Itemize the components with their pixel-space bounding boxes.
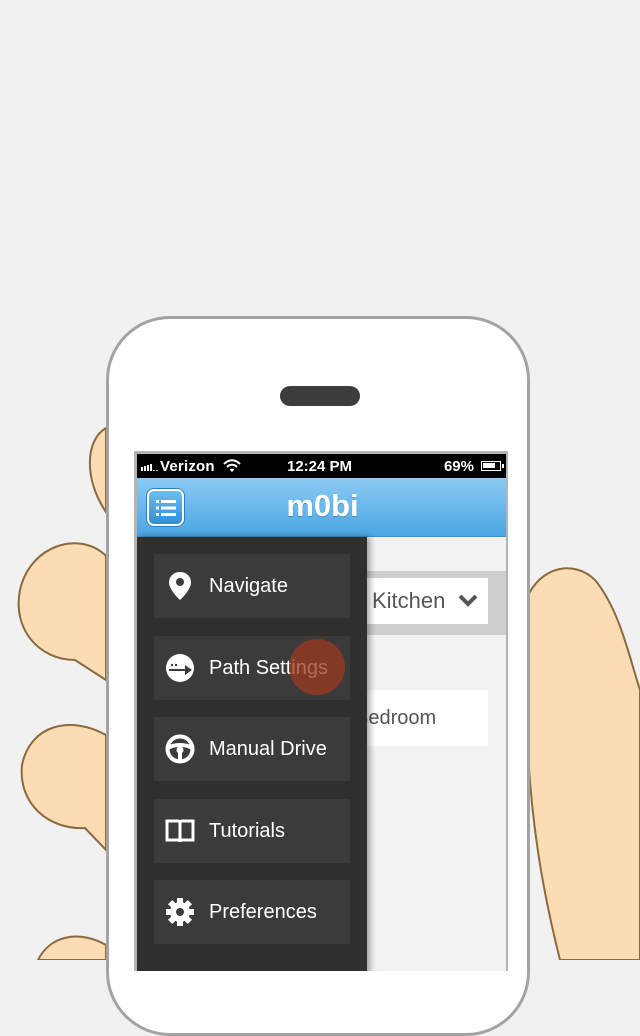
left-finger-3: [36, 935, 107, 960]
location-select-value: Kitchen: [372, 588, 446, 613]
wifi-icon: [223, 459, 241, 472]
path-icon: [165, 653, 195, 683]
signal-icon: [141, 461, 158, 471]
app-screen: Verizon 12:24 PM 69% m0bi Kitchen Bedroo…: [137, 454, 506, 971]
menu-item-label: Preferences: [209, 900, 317, 923]
chevron-down-icon: [458, 594, 478, 607]
location-select[interactable]: Kitchen: [352, 578, 488, 624]
left-finger-2: [20, 724, 107, 853]
map-pin-icon: [165, 571, 195, 601]
left-finger-1: [17, 542, 107, 682]
app-title: m0bi: [286, 488, 359, 523]
menu-item-label: Navigate: [209, 574, 288, 597]
phone-screen: Verizon 12:24 PM 69% m0bi Kitchen Bedroo…: [134, 451, 508, 971]
menu-item-navigate[interactable]: Navigate: [154, 554, 350, 618]
status-bar: Verizon 12:24 PM 69%: [137, 454, 506, 478]
battery-percent: 69%: [443, 458, 474, 475]
menu-item-manual-drive[interactable]: Manual Drive: [154, 717, 350, 781]
left-finger-top: [88, 426, 107, 516]
menu-item-label: Tutorials: [209, 819, 285, 842]
status-time: 12:24 PM: [287, 458, 353, 475]
nav-bar: m0bi: [137, 478, 506, 537]
menu-item-preferences[interactable]: Preferences: [154, 880, 350, 944]
right-hand: [525, 567, 640, 960]
carrier-label: Verizon: [160, 457, 215, 475]
menu-drawer: Navigate Path Settings Manual Drive Tuto…: [137, 537, 367, 971]
menu-item-label: Manual Drive: [209, 737, 327, 760]
gear-icon: [165, 897, 195, 927]
steering-wheel-icon: [165, 734, 195, 764]
phone-speaker: [280, 386, 360, 406]
menu-item-tutorials[interactable]: Tutorials: [154, 799, 350, 863]
tap-indicator: [289, 639, 345, 695]
book-icon: [165, 816, 195, 846]
battery-icon: [481, 461, 504, 471]
destination-text: Bedroom: [355, 706, 437, 729]
